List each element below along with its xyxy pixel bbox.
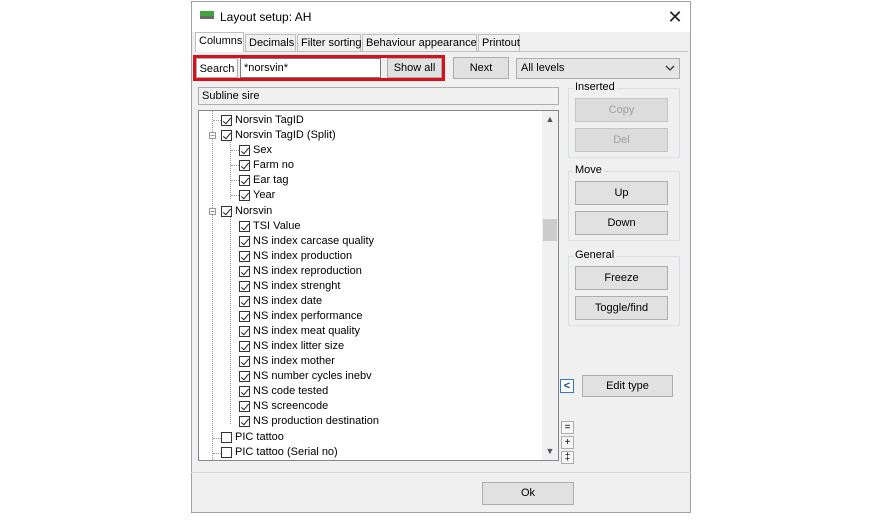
checkbox-icon[interactable] <box>221 432 232 443</box>
toggle-find-button[interactable]: Toggle/find <box>575 296 668 320</box>
scroll-up-icon[interactable]: ▲ <box>542 111 558 128</box>
checkbox-icon[interactable] <box>239 251 250 262</box>
tree-guide <box>231 165 239 166</box>
ok-button[interactable]: Ok <box>482 482 574 505</box>
checkbox-icon[interactable] <box>239 266 250 277</box>
collapse-node-icon[interactable]: − <box>209 132 216 140</box>
tree-item-label: NS index performance <box>253 310 363 322</box>
tree-item-label: Sex <box>253 144 272 156</box>
checkbox-icon[interactable] <box>239 386 250 397</box>
general-label: General <box>573 249 617 261</box>
close-icon[interactable]: ✕ <box>660 2 690 32</box>
window-title: Layout setup: AH <box>220 10 312 24</box>
tree-guide <box>212 111 213 460</box>
checkbox-icon[interactable] <box>239 401 250 412</box>
collapse-node-icon[interactable]: − <box>209 208 216 216</box>
tree-item-label: NS production destination <box>253 415 379 427</box>
checkbox-icon[interactable] <box>221 206 232 217</box>
chevron-down-icon <box>665 65 675 71</box>
checkbox-icon[interactable] <box>239 145 250 156</box>
tab-behaviour-appearance[interactable]: Behaviour appearance <box>362 34 477 51</box>
tree-item-label: Norsvin TagID (Split) <box>235 129 336 141</box>
copy-button[interactable]: Copy <box>575 98 668 122</box>
tree-item-label: NS index date <box>253 295 323 307</box>
checkbox-icon[interactable] <box>239 311 250 322</box>
tree-item-label: NS index mother <box>253 355 335 367</box>
equal-icon[interactable]: = <box>561 421 574 434</box>
plus-icon[interactable]: + <box>561 436 574 449</box>
next-button[interactable]: Next <box>453 57 509 79</box>
column-tree[interactable]: Norsvin TagID − Norsvin TagID (Split) Se… <box>198 110 559 461</box>
tab-printout[interactable]: Printout <box>478 34 520 51</box>
subline-sire-header: Subline sire <box>198 87 559 105</box>
checkbox-icon[interactable] <box>239 326 250 337</box>
move-label: Move <box>573 164 604 176</box>
expand-all-icon[interactable]: ‡ <box>561 451 574 464</box>
checkbox-icon[interactable] <box>239 416 250 427</box>
tree-item-label: NS index strenght <box>253 280 341 292</box>
tree-guide <box>213 438 221 439</box>
tree-item-label: Norsvin <box>235 205 273 217</box>
tab-decimals[interactable]: Decimals <box>245 34 296 51</box>
up-button[interactable]: Up <box>575 181 668 205</box>
edit-type-button[interactable]: Edit type <box>582 375 673 397</box>
tree-item-label: NS index reproduction <box>253 265 362 277</box>
tab-filter-sorting[interactable]: Filter sorting <box>297 34 362 51</box>
tree-item-label: NS number cycles inebv <box>253 370 372 382</box>
del-button[interactable]: Del <box>575 128 668 152</box>
freeze-button[interactable]: Freeze <box>575 266 668 290</box>
checkbox-icon[interactable] <box>221 130 232 141</box>
scroll-down-icon[interactable]: ▼ <box>542 443 558 460</box>
tree-item-label: Ear tag <box>253 174 289 186</box>
tree-item-label: PIC tattoo <box>235 431 284 443</box>
tree-item-label: Farm no <box>253 159 294 171</box>
tree-scrollbar[interactable]: ▲ ▼ <box>542 111 558 460</box>
tree-item-label: PIC tattoo (Serial no) <box>235 446 338 458</box>
tree-item-label: NS code tested <box>253 385 329 397</box>
tab-columns[interactable]: Columns <box>195 32 244 52</box>
down-button[interactable]: Down <box>575 211 668 235</box>
checkbox-icon[interactable] <box>239 221 250 232</box>
tab-divider <box>195 51 688 52</box>
tree-item-label: NS index carcase quality <box>253 235 375 247</box>
tree-item-label: NS index meat quality <box>253 325 360 337</box>
title-bar: Layout setup: AH ✕ <box>192 2 690 32</box>
scroll-thumb[interactable] <box>543 219 557 241</box>
tree-guide <box>231 195 239 196</box>
tree-guide <box>231 150 239 151</box>
levels-dropdown[interactable]: All levels <box>516 58 680 79</box>
tree-guide <box>213 453 221 454</box>
checkbox-icon[interactable] <box>239 341 250 352</box>
collapse-panel-icon[interactable]: < <box>560 379 574 393</box>
checkbox-icon[interactable] <box>239 175 250 186</box>
app-icon <box>200 11 214 19</box>
search-label: Search <box>196 58 238 78</box>
checkbox-icon[interactable] <box>239 356 250 367</box>
checkbox-icon[interactable] <box>221 447 232 458</box>
checkbox-icon[interactable] <box>239 296 250 307</box>
checkbox-icon[interactable] <box>221 115 232 126</box>
tree-item-label: NS screencode <box>253 400 329 412</box>
checkbox-icon[interactable] <box>239 160 250 171</box>
tree-guide <box>231 180 239 181</box>
tree-guide <box>213 120 221 121</box>
search-input[interactable] <box>240 58 381 78</box>
inserted-label: Inserted <box>573 81 617 93</box>
levels-selected: All levels <box>521 62 565 74</box>
tree-item-label: Year <box>253 189 276 201</box>
checkbox-icon[interactable] <box>239 236 250 247</box>
tree-item-label: Norsvin TagID <box>235 114 304 126</box>
tree-guide <box>230 217 231 424</box>
tree-item-label: NS index production <box>253 250 353 262</box>
checkbox-icon[interactable] <box>239 190 250 201</box>
checkbox-icon[interactable] <box>239 281 250 292</box>
tree-item-label: NS index litter size <box>253 340 345 352</box>
show-all-button[interactable]: Show all <box>387 58 442 78</box>
checkbox-icon[interactable] <box>239 371 250 382</box>
tree-item-label: TSI Value <box>253 220 301 232</box>
footer-divider <box>191 472 691 473</box>
